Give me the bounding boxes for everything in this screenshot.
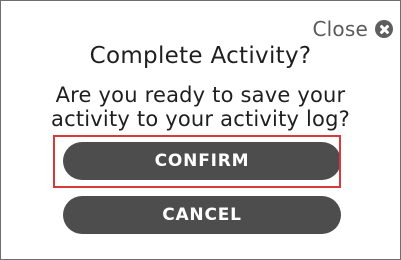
close-icon (375, 20, 393, 38)
dialog-title: Complete Activity? (89, 43, 312, 69)
close-label: Close (312, 17, 368, 41)
confirm-button[interactable]: CONFIRM (63, 142, 341, 180)
cancel-button[interactable]: CANCEL (63, 196, 341, 234)
close-button[interactable]: Close (313, 17, 393, 41)
dialog-message-line-2: activity to your activity log? (51, 107, 350, 131)
dialog-message: Are you ready to save your activity to y… (1, 83, 400, 131)
complete-activity-dialog: Close Complete Activity? Are you ready t… (0, 0, 401, 260)
dialog-message-line-1: Are you ready to save your (55, 83, 346, 107)
